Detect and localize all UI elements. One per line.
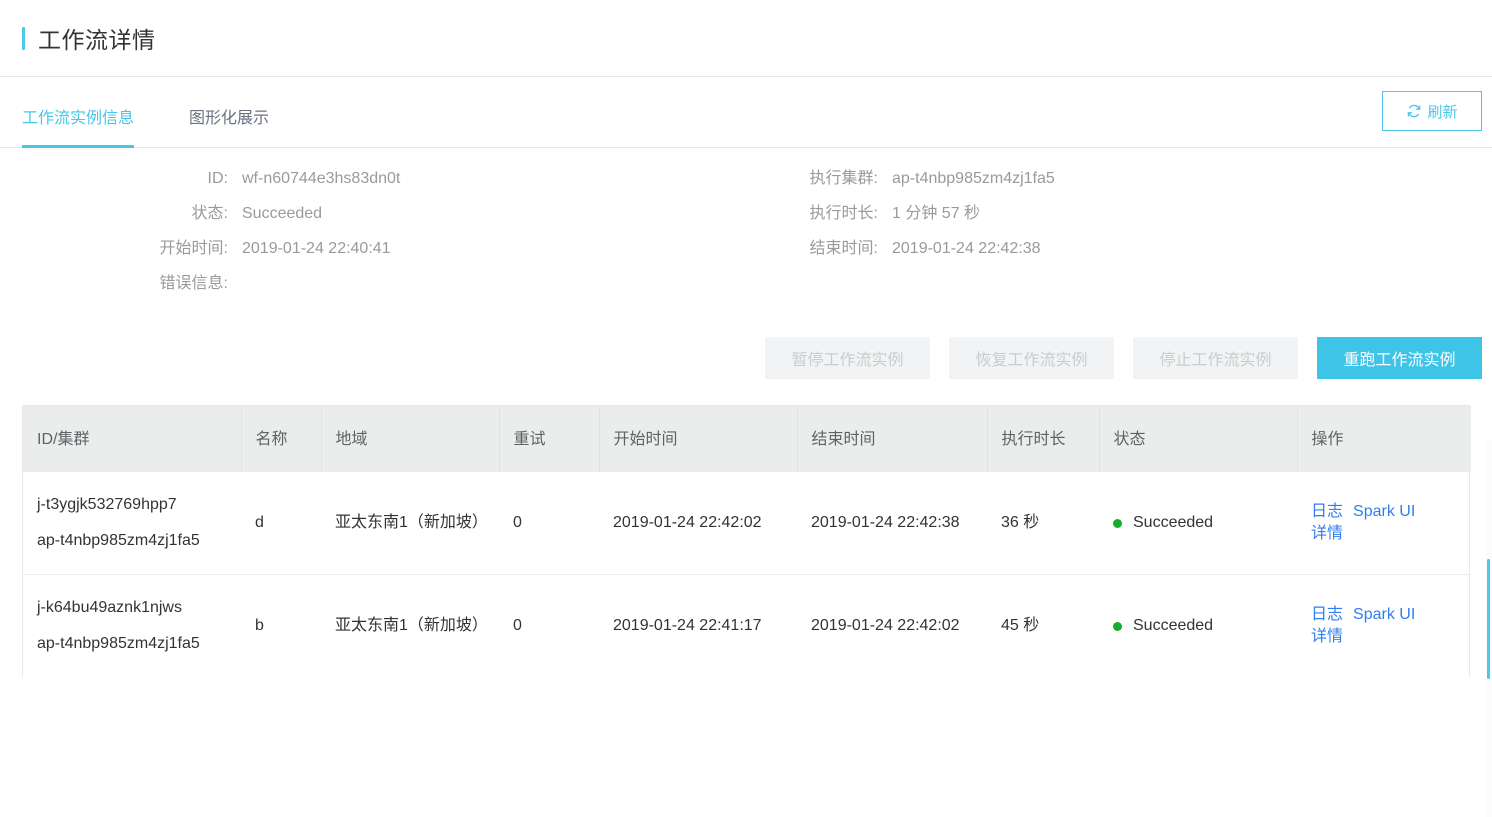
- info-row-duration: 执行时长: 1 分钟 57 秒: [740, 203, 1440, 225]
- column-header-retry[interactable]: 重试: [499, 406, 600, 472]
- rerun-workflow-instance-button[interactable]: 重跑工作流实例: [1317, 337, 1482, 379]
- node-instance-table: ID/集群 名称 地域 重试 开始时间 结束时间 执行时长 状态 操作 j-t3…: [22, 405, 1471, 678]
- cell-end-time: 2019-01-24 22:42:38: [797, 472, 987, 575]
- column-header-duration[interactable]: 执行时长: [987, 406, 1100, 472]
- cell-operations: 日志 Spark UI 详情: [1297, 575, 1471, 678]
- stop-workflow-instance-button[interactable]: 停止工作流实例: [1133, 337, 1298, 379]
- info-value-duration: 1 分钟 57 秒: [892, 205, 981, 222]
- info-label-error-message: 错误信息:: [159, 275, 228, 292]
- tab-workflow-instance-info[interactable]: 工作流实例信息: [22, 104, 135, 148]
- title-accent-bar: [22, 26, 25, 50]
- status-badge: Succeeded: [1133, 617, 1214, 634]
- detail-link[interactable]: 详情: [1311, 628, 1343, 645]
- tab-list: 工作流实例信息 图形化展示: [22, 104, 324, 148]
- column-header-status[interactable]: 状态: [1099, 406, 1298, 472]
- column-header-operation[interactable]: 操作: [1297, 406, 1471, 472]
- column-header-name[interactable]: 名称: [241, 406, 322, 472]
- tab-graphical-view[interactable]: 图形化展示: [189, 104, 269, 148]
- cluster-id: ap-t4nbp985zm4zj1fa5: [37, 532, 200, 549]
- cluster-id: ap-t4nbp985zm4zj1fa5: [37, 635, 200, 652]
- status-badge: Succeeded: [1133, 514, 1214, 531]
- info-label-duration: 执行时长:: [809, 205, 878, 222]
- info-column-left: ID: wf-n60744e3hs83dn0t 状态: Succeeded 开始…: [0, 168, 720, 308]
- info-value-end-time: 2019-01-24 22:42:38: [892, 240, 1041, 257]
- table-row[interactable]: j-t3ygjk532769hpp7 ap-t4nbp985zm4zj1fa5 …: [23, 472, 1471, 575]
- job-id: j-k64bu49aznk1njws: [37, 599, 182, 616]
- cell-end-time: 2019-01-24 22:42:02: [811, 617, 960, 634]
- cell-region: 亚太东南1（新加坡）: [321, 472, 499, 575]
- info-label-end-time: 结束时间:: [809, 240, 878, 257]
- column-header-region[interactable]: 地域: [321, 406, 500, 472]
- spark-ui-link[interactable]: Spark UI: [1353, 503, 1415, 520]
- resume-workflow-instance-button[interactable]: 恢复工作流实例: [949, 337, 1114, 379]
- info-row-end-time: 结束时间: 2019-01-24 22:42:38: [740, 238, 1440, 260]
- page-title: 工作流详情: [38, 27, 156, 53]
- cell-start-time: 2019-01-24 22:42:02: [599, 472, 797, 575]
- info-value-cluster: ap-t4nbp985zm4zj1fa5: [892, 170, 1055, 187]
- column-header-end-time[interactable]: 结束时间: [797, 406, 988, 472]
- cell-name: b: [255, 617, 264, 634]
- column-header-id-cluster[interactable]: ID/集群: [23, 406, 242, 472]
- cell-duration: 36 秒: [987, 472, 1099, 575]
- status-dot-icon: [1113, 621, 1122, 631]
- info-row-cluster: 执行集群: ap-t4nbp985zm4zj1fa5: [740, 168, 1440, 190]
- refresh-icon: [1406, 103, 1422, 119]
- info-row-start-time: 开始时间: 2019-01-24 22:40:41: [0, 238, 720, 260]
- table-header-row: ID/集群 名称 地域 重试 开始时间 结束时间 执行时长 状态 操作: [23, 406, 1471, 472]
- log-link[interactable]: 日志: [1311, 503, 1343, 520]
- info-row-status: 状态: Succeeded: [0, 203, 720, 225]
- cell-retry: 0: [499, 472, 599, 575]
- column-header-start-time[interactable]: 开始时间: [599, 406, 798, 472]
- info-value-start-time: 2019-01-24 22:40:41: [242, 240, 391, 257]
- info-row-error-message: 错误信息:: [0, 273, 720, 295]
- detail-link[interactable]: 详情: [1311, 525, 1343, 542]
- refresh-button-label: 刷新: [1427, 103, 1458, 121]
- info-label-id: ID:: [207, 170, 228, 187]
- info-value-status: Succeeded: [242, 205, 323, 222]
- cell-id-cluster: j-k64bu49aznk1njws ap-t4nbp985zm4zj1fa5: [23, 575, 241, 678]
- status-dot-icon: [1113, 518, 1122, 528]
- cell-id-cluster: j-t3ygjk532769hpp7 ap-t4nbp985zm4zj1fa5: [23, 472, 241, 575]
- workflow-info-section: ID: wf-n60744e3hs83dn0t 状态: Succeeded 开始…: [0, 148, 1492, 338]
- tab-bar: 工作流实例信息 图形化展示 刷新: [0, 77, 1492, 148]
- spark-ui-link[interactable]: Spark UI: [1353, 606, 1415, 623]
- info-row-id: ID: wf-n60744e3hs83dn0t: [0, 168, 720, 190]
- info-label-start-time: 开始时间:: [159, 240, 228, 257]
- cell-region: 亚太东南1（新加坡）: [335, 617, 488, 634]
- info-value-id: wf-n60744e3hs83dn0t: [242, 170, 401, 187]
- info-column-right: 执行集群: ap-t4nbp985zm4zj1fa5 执行时长: 1 分钟 57…: [740, 168, 1440, 273]
- info-label-cluster: 执行集群:: [809, 170, 878, 187]
- workflow-detail-page: 工作流详情 工作流实例信息 图形化展示 刷新 ID: wf-n60744e3hs…: [0, 0, 1492, 817]
- cell-status: Succeeded: [1099, 472, 1297, 575]
- table-row[interactable]: j-k64bu49aznk1njws ap-t4nbp985zm4zj1fa5 …: [23, 575, 1471, 678]
- pause-workflow-instance-button[interactable]: 暂停工作流实例: [765, 337, 930, 379]
- page-header: 工作流详情: [0, 0, 1492, 77]
- cell-retry: 0: [513, 617, 522, 634]
- cell-duration: 45 秒: [1001, 617, 1040, 634]
- refresh-button[interactable]: 刷新: [1382, 91, 1482, 131]
- cell-name: d: [241, 472, 321, 575]
- page-scrollbar-thumb[interactable]: [1487, 559, 1490, 679]
- log-link[interactable]: 日志: [1311, 606, 1343, 623]
- job-id: j-t3ygjk532769hpp7: [37, 496, 177, 513]
- workflow-action-buttons: 暂停工作流实例 恢复工作流实例 停止工作流实例 重跑工作流实例: [0, 337, 1492, 379]
- cell-status: Succeeded: [1099, 575, 1297, 678]
- info-label-status: 状态:: [191, 205, 228, 222]
- cell-start-time: 2019-01-24 22:41:17: [613, 617, 762, 634]
- cell-operations: 日志 Spark UI 详情: [1297, 472, 1471, 575]
